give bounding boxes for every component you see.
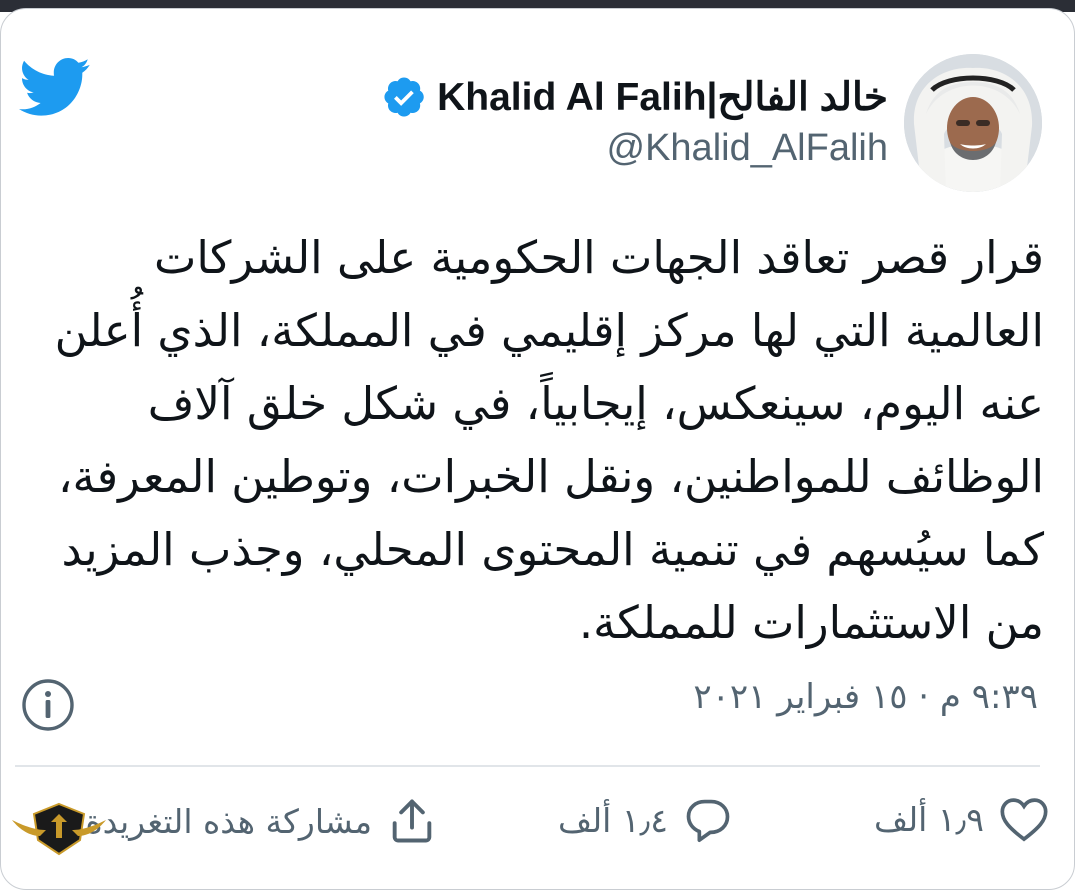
tweet-text-line: من الاستثمارات للمملكة. — [578, 596, 1044, 649]
like-button[interactable]: ١٫٩ ألف — [874, 795, 1050, 843]
info-icon[interactable] — [21, 678, 75, 732]
tweet-card: خالد الفالح|Khalid Al Falih @Khalid_AlFa… — [0, 8, 1075, 890]
author-name-row: خالد الفالح|Khalid Al Falih — [381, 69, 888, 125]
divider — [15, 765, 1040, 767]
tweet-text-line: قرار قصر تعاقد الجهات الحكومية على الشرك… — [153, 231, 1044, 284]
share-icon — [392, 799, 432, 843]
watermark-logo — [12, 802, 106, 856]
tweet-text: قرار قصر تعاقد الجهات الحكومية على الشرك… — [41, 221, 1044, 659]
verified-badge-icon — [384, 77, 424, 117]
tweet-text-line: العالمية التي لها مركز إقليمي في المملكة… — [54, 304, 1044, 357]
profile-avatar[interactable] — [904, 54, 1042, 192]
author-handle[interactable]: @Khalid_AlFalih — [607, 127, 889, 170]
tweet-text-line: كما سيُسهم في تنمية المحتوى المحلي، وجذب… — [61, 523, 1044, 576]
reply-count: ١٫٤ ألف — [557, 800, 668, 840]
like-count: ١٫٩ ألف — [873, 799, 984, 839]
tweet-actions-bar: ١٫٩ ألف ١٫٤ ألف مشاركة هذه التغريدة — [1, 779, 1074, 879]
share-tweet-button[interactable]: مشاركة هذه التغريدة — [85, 795, 438, 847]
heart-icon — [1000, 798, 1048, 842]
tweet-timestamp[interactable]: ٩:٣٩ م · ١٥ فبراير ٢٠٢١ — [693, 677, 1038, 717]
author-display-name[interactable]: خالد الفالح|Khalid Al Falih — [437, 75, 888, 120]
reply-bubble-icon — [686, 799, 730, 842]
tweet-text-line: عنه اليوم، سينعكس، إيجابياً، في شكل خلق … — [147, 377, 1044, 430]
share-label: مشاركة هذه التغريدة — [85, 801, 372, 841]
avatar-photo — [904, 54, 1042, 192]
twitter-bird-icon — [19, 58, 90, 116]
tweet-text-line: الوظائف للمواطنين، ونقل الخبرات، وتوطين … — [58, 450, 1044, 503]
reply-button[interactable]: ١٫٤ ألف — [558, 795, 734, 845]
